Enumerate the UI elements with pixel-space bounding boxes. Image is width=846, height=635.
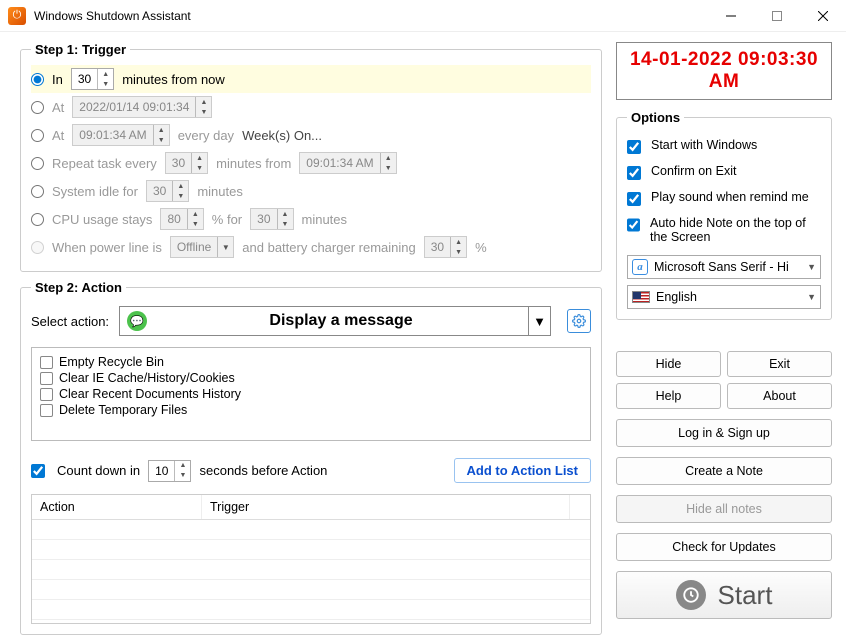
close-button[interactable] [800,0,846,32]
flag-us-icon [632,291,650,303]
trigger-at-datetime-row[interactable]: At 2022/01/14 09:01:34 ▲▼ [31,93,591,121]
action-dropdown[interactable]: 💬 Display a message ▼ [119,306,551,336]
create-note-button[interactable]: Create a Note [616,457,832,485]
trigger-power-row[interactable]: When power line is Offline▼ and battery … [31,233,591,261]
trigger-in-row[interactable]: In 30 ▲▼ minutes from now [31,65,591,93]
opt-auto-hide[interactable]: Auto hide Note on the top of the Screen [627,211,821,249]
extra-actions-group: Empty Recycle Bin Clear IE Cache/History… [31,347,591,441]
trigger-at-time-radio[interactable] [31,129,44,142]
app-logo-icon: ⏻ [8,7,26,25]
opt-start-windows[interactable]: Start with Windows [627,133,821,159]
table-row [32,520,590,540]
clock-icon [676,580,706,610]
countdown-checkbox[interactable] [31,464,45,478]
hide-button[interactable]: Hide [616,351,721,377]
title-bar: ⏻ Windows Shutdown Assistant [0,0,846,32]
help-button[interactable]: Help [616,383,721,409]
trigger-idle-radio[interactable] [31,185,44,198]
current-datetime: 14-01-2022 09:03:30 AM [616,42,832,100]
opt-confirm-exit[interactable]: Confirm on Exit [627,159,821,185]
trigger-power-radio [31,241,44,254]
table-row [32,560,590,580]
chevron-down-icon[interactable]: ▼ [528,307,550,335]
step1-legend: Step 1: Trigger [31,42,130,57]
countdown-value[interactable]: 10▲▼ [148,460,191,482]
chk-delete-temp[interactable]: Delete Temporary Files [40,402,582,418]
weeks-on-link[interactable]: Week(s) On... [242,128,322,143]
step2-legend: Step 2: Action [31,280,126,295]
table-row [32,580,590,600]
trigger-in-suffix: minutes from now [122,72,225,87]
trigger-cpu-row[interactable]: CPU usage stays 80▲▼ % for 30▲▼ minutes [31,205,591,233]
step2-group: Step 2: Action Select action: 💬 Display … [20,280,602,635]
trigger-in-label: In [52,72,63,87]
message-icon: 💬 [127,311,147,331]
step1-group: Step 1: Trigger In 30 ▲▼ minutes from no… [20,42,602,272]
trigger-cpu-radio[interactable] [31,213,44,226]
font-icon: a [632,259,648,275]
chk-clear-recent[interactable]: Clear Recent Documents History [40,386,582,402]
trigger-repeat-radio[interactable] [31,157,44,170]
login-signup-button[interactable]: Log in & Sign up [616,419,832,447]
add-to-action-list-button[interactable]: Add to Action List [454,458,591,483]
language-dropdown[interactable]: English ▼ [627,285,821,309]
trigger-at-time-row[interactable]: At 09:01:34 AM ▲▼ every day Week(s) On..… [31,121,591,149]
trigger-repeat-row[interactable]: Repeat task every 30▲▼ minutes from 09:0… [31,149,591,177]
trigger-at-time-value[interactable]: 09:01:34 AM ▲▼ [72,124,169,146]
trigger-in-radio[interactable] [31,73,44,86]
check-updates-button[interactable]: Check for Updates [616,533,832,561]
minimize-button[interactable] [708,0,754,32]
start-button[interactable]: Start [616,571,832,619]
options-group: Options Start with Windows Confirm on Ex… [616,110,832,320]
exit-button[interactable]: Exit [727,351,832,377]
chk-empty-recycle[interactable]: Empty Recycle Bin [40,354,582,370]
trigger-at-datetime-value[interactable]: 2022/01/14 09:01:34 ▲▼ [72,96,212,118]
window-title: Windows Shutdown Assistant [34,9,191,23]
maximize-button[interactable] [754,0,800,32]
table-row [32,540,590,560]
opt-play-sound[interactable]: Play sound when remind me [627,185,821,211]
trigger-idle-row[interactable]: System idle for 30▲▼ minutes [31,177,591,205]
font-dropdown[interactable]: a Microsoft Sans Serif - Hi ▼ [627,255,821,279]
trigger-at-datetime-radio[interactable] [31,101,44,114]
action-list-table[interactable]: Action Trigger [31,494,591,624]
table-row [32,600,590,620]
col-trigger[interactable]: Trigger [202,495,570,519]
select-action-label: Select action: [31,314,109,329]
chk-clear-ie[interactable]: Clear IE Cache/History/Cookies [40,370,582,386]
trigger-in-value[interactable]: 30 ▲▼ [71,68,114,90]
hide-all-notes-button[interactable]: Hide all notes [616,495,832,523]
col-action[interactable]: Action [32,495,202,519]
about-button[interactable]: About [727,383,832,409]
settings-gear-button[interactable] [567,309,591,333]
